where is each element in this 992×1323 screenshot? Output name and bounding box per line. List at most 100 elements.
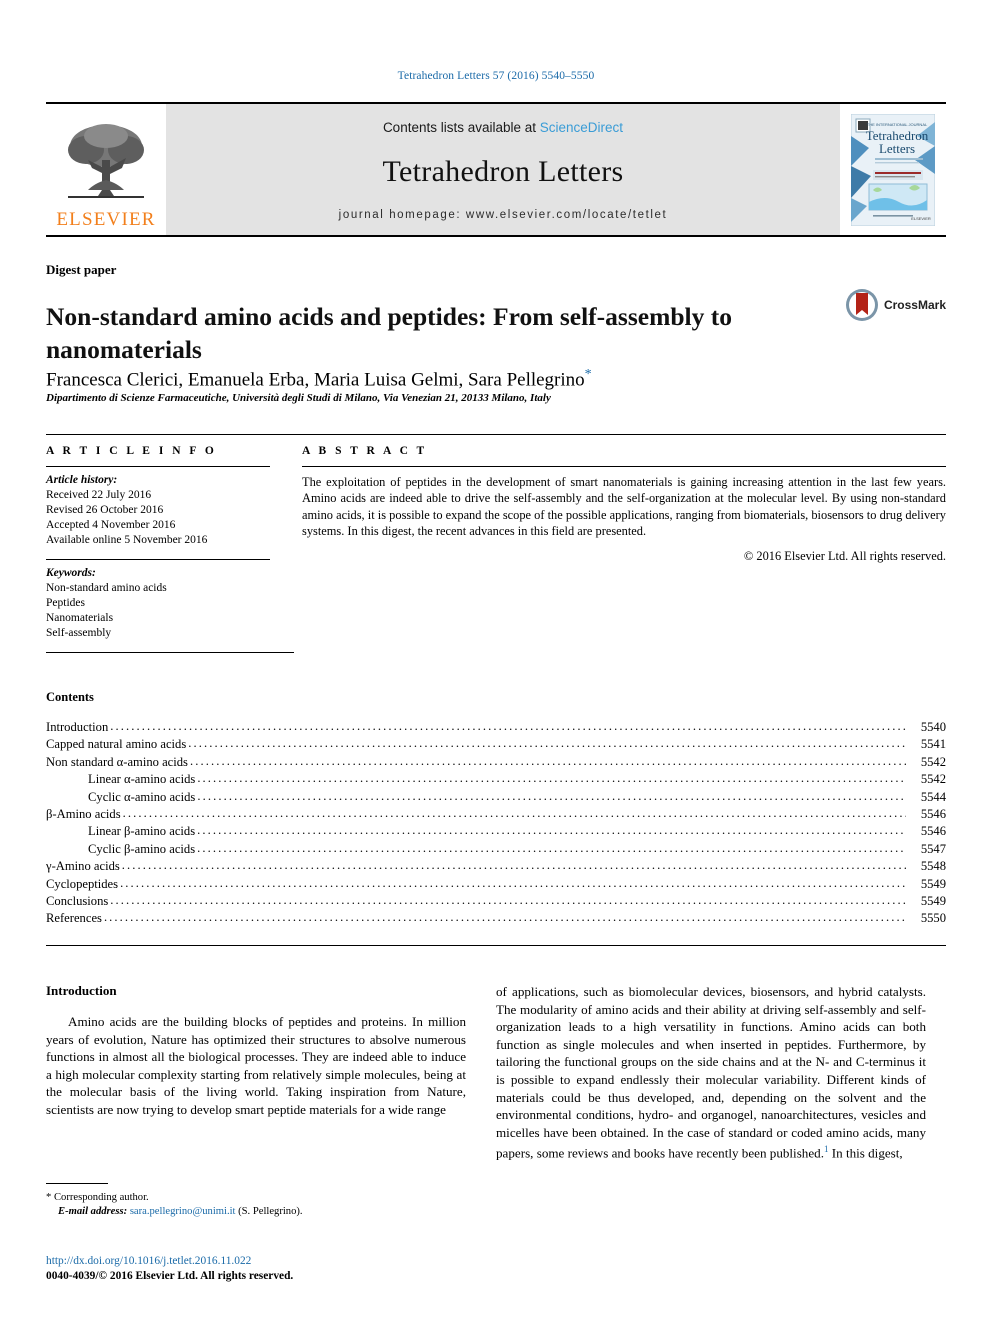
introduction-column-right: of applications, such as biomolecular de… — [496, 983, 926, 1162]
toc-entry-page: 5541 — [920, 737, 946, 752]
toc-entry[interactable]: β-Amino acids...........................… — [46, 806, 946, 823]
introduction-paragraph-right: of applications, such as biomolecular de… — [496, 983, 926, 1162]
abstract-column: A B S T R A C T The exploitation of pept… — [294, 445, 946, 641]
journal-article-page: Tetrahedron Letters 57 (2016) 5540–5550 — [0, 0, 992, 1323]
author-list: Francesca Clerici, Emanuela Erba, Maria … — [46, 367, 826, 391]
running-head: Tetrahedron Letters 57 (2016) 5540–5550 — [397, 70, 595, 82]
toc-leader-dots: ........................................… — [197, 771, 906, 786]
toc-entry[interactable]: Capped natural amino acids..............… — [46, 736, 946, 753]
toc-leader-dots: ........................................… — [197, 840, 906, 855]
toc-entry-page: 5546 — [920, 824, 946, 839]
journal-cover-thumbnail: THE INTERNATIONAL JOURNAL Tetrahedron Le… — [840, 104, 946, 235]
elsevier-tree-icon — [68, 124, 144, 198]
toc-entry[interactable]: Linear β-amino acids....................… — [46, 823, 946, 840]
introduction-paragraph-left: Amino acids are the building blocks of p… — [46, 1014, 466, 1117]
abstract-text: The exploitation of peptides in the deve… — [302, 475, 946, 539]
keywords-block: Keywords: Non-standard amino acids Pepti… — [46, 560, 270, 641]
toc-list: Introduction............................… — [46, 719, 946, 928]
toc-entry-label: References — [46, 911, 102, 926]
article-info-column: A R T I C L E I N F O Article history: R… — [46, 445, 294, 641]
toc-entry-label: Linear α-amino acids — [88, 772, 196, 787]
toc-entry-page: 5547 — [920, 841, 946, 856]
toc-entry[interactable]: Non standard α-amino acids..............… — [46, 754, 946, 771]
keyword-item: Non-standard amino acids — [46, 582, 167, 594]
toc-leader-dots: ........................................… — [110, 893, 906, 908]
footer-identifiers: http://dx.doi.org/10.1016/j.tetlet.2016.… — [46, 1254, 546, 1284]
toc-leader-dots: ........................................… — [189, 753, 906, 768]
contents-available-line: Contents lists available at ScienceDirec… — [383, 120, 623, 135]
footnote-divider — [46, 1183, 108, 1184]
footnote-marker: * — [46, 1192, 52, 1203]
article-history-received: Received 22 July 2016 — [46, 489, 152, 501]
toc-entry-page: 5548 — [920, 859, 946, 874]
introduction-column-left: Introduction Amino acids are the buildin… — [46, 983, 466, 1119]
article-history-block: Article history: Received 22 July 2016 R… — [46, 467, 270, 548]
keyword-item: Self-assembly — [46, 627, 112, 639]
journal-cover-image: THE INTERNATIONAL JOURNAL Tetrahedron Le… — [851, 113, 935, 226]
toc-leader-dots: ........................................… — [197, 823, 906, 838]
elsevier-logo: ELSEVIER — [46, 104, 166, 235]
abstract-heading: A B S T R A C T — [302, 445, 428, 457]
abstract-copyright: © 2016 Elsevier Ltd. All rights reserved… — [743, 548, 946, 563]
toc-entry[interactable]: References..............................… — [46, 910, 946, 927]
introduction-right-text-b: In this digest, — [828, 1145, 903, 1161]
introduction-heading: Introduction — [46, 983, 117, 998]
doi-link[interactable]: http://dx.doi.org/10.1016/j.tetlet.2016.… — [46, 1254, 546, 1269]
contents-heading: Contents — [46, 690, 94, 704]
toc-entry-label: Capped natural amino acids — [46, 737, 187, 752]
toc-entry[interactable]: Cyclopeptides...........................… — [46, 876, 946, 893]
introduction-right-text-a: of applications, such as biomolecular de… — [496, 984, 926, 1161]
toc-entry-page: 5546 — [920, 807, 946, 822]
toc-entry[interactable]: Conclusions.............................… — [46, 893, 946, 910]
toc-entry[interactable]: Cyclic β-amino acids....................… — [46, 841, 946, 858]
keyword-item: Peptides — [46, 597, 85, 609]
article-info-bottom-rule — [46, 652, 294, 653]
toc-entry-page: 5544 — [920, 789, 946, 804]
footnote-corresponding-text: Corresponding author. — [53, 1192, 149, 1203]
keywords-label: Keywords: — [46, 567, 96, 579]
svg-text:THE INTERNATIONAL JOURNAL: THE INTERNATIONAL JOURNAL — [867, 122, 928, 127]
issn-copyright-line: 0040-4039/© 2016 Elsevier Ltd. All right… — [46, 1270, 294, 1282]
toc-entry[interactable]: Linear α-amino acids....................… — [46, 771, 946, 788]
footnote-email-line: E-mail address: sara.pellegrino@unimi.it… — [46, 1205, 466, 1219]
corresponding-author-marker: * — [584, 367, 592, 382]
journal-homepage-link[interactable]: journal homepage: www.elsevier.com/locat… — [339, 209, 668, 221]
toc-leader-dots: ........................................… — [121, 858, 906, 873]
footnote-email-label: E-mail address: — [58, 1206, 128, 1217]
toc-entry-label: Introduction — [46, 720, 109, 734]
affiliation: Dipartimento di Scienze Farmaceutiche, U… — [46, 392, 551, 404]
toc-entry-page: 5542 — [920, 754, 946, 769]
toc-entry-page: 5549 — [920, 876, 946, 891]
crossmark-badge[interactable]: CrossMark — [845, 288, 946, 322]
journal-band: Contents lists available at ScienceDirec… — [166, 104, 840, 235]
toc-entry-label: Non standard α-amino acids — [46, 754, 188, 769]
article-history-label: Article history: — [46, 474, 118, 486]
footnote-email-owner: (S. Pellegrino). — [238, 1206, 303, 1217]
sciencedirect-link[interactable]: ScienceDirect — [540, 120, 623, 135]
toc-entry-page: 5542 — [920, 772, 946, 787]
journal-masthead: ELSEVIER Contents lists available at Sci… — [46, 102, 946, 237]
article-type-label: Digest paper — [46, 262, 117, 277]
toc-leader-dots: ........................................… — [122, 806, 906, 821]
toc-leader-dots: ........................................… — [110, 719, 906, 733]
toc-entry[interactable]: Cyclic α-amino acids....................… — [46, 789, 946, 806]
toc-leader-dots: ........................................… — [188, 736, 906, 751]
toc-entry[interactable]: Introduction............................… — [46, 719, 946, 736]
svg-text:ELSEVIER: ELSEVIER — [911, 216, 931, 221]
contents-available-prefix: Contents lists available at — [382, 120, 540, 135]
elsevier-wordmark: ELSEVIER — [56, 209, 156, 230]
toc-entry-page: 5549 — [920, 894, 946, 909]
toc-leader-dots: ........................................… — [197, 788, 906, 803]
toc-entry-label: β-Amino acids — [46, 807, 121, 822]
contents-bottom-rule — [46, 945, 946, 946]
article-history-revised: Revised 26 October 2016 — [46, 504, 164, 516]
toc-entry[interactable]: γ-Amino acids...........................… — [46, 858, 946, 875]
toc-entry-label: Cyclopeptides — [46, 876, 119, 891]
info-abstract-section: A R T I C L E I N F O Article history: R… — [46, 434, 946, 641]
author-names: Francesca Clerici, Emanuela Erba, Maria … — [46, 369, 585, 391]
article-info-heading: A R T I C L E I N F O — [46, 445, 217, 457]
footnote-email-link[interactable]: sara.pellegrino@unimi.it — [130, 1206, 236, 1217]
crossmark-label: CrossMark — [883, 298, 946, 312]
toc-leader-dots: ........................................… — [120, 875, 906, 890]
keyword-item: Nanomaterials — [46, 612, 114, 624]
